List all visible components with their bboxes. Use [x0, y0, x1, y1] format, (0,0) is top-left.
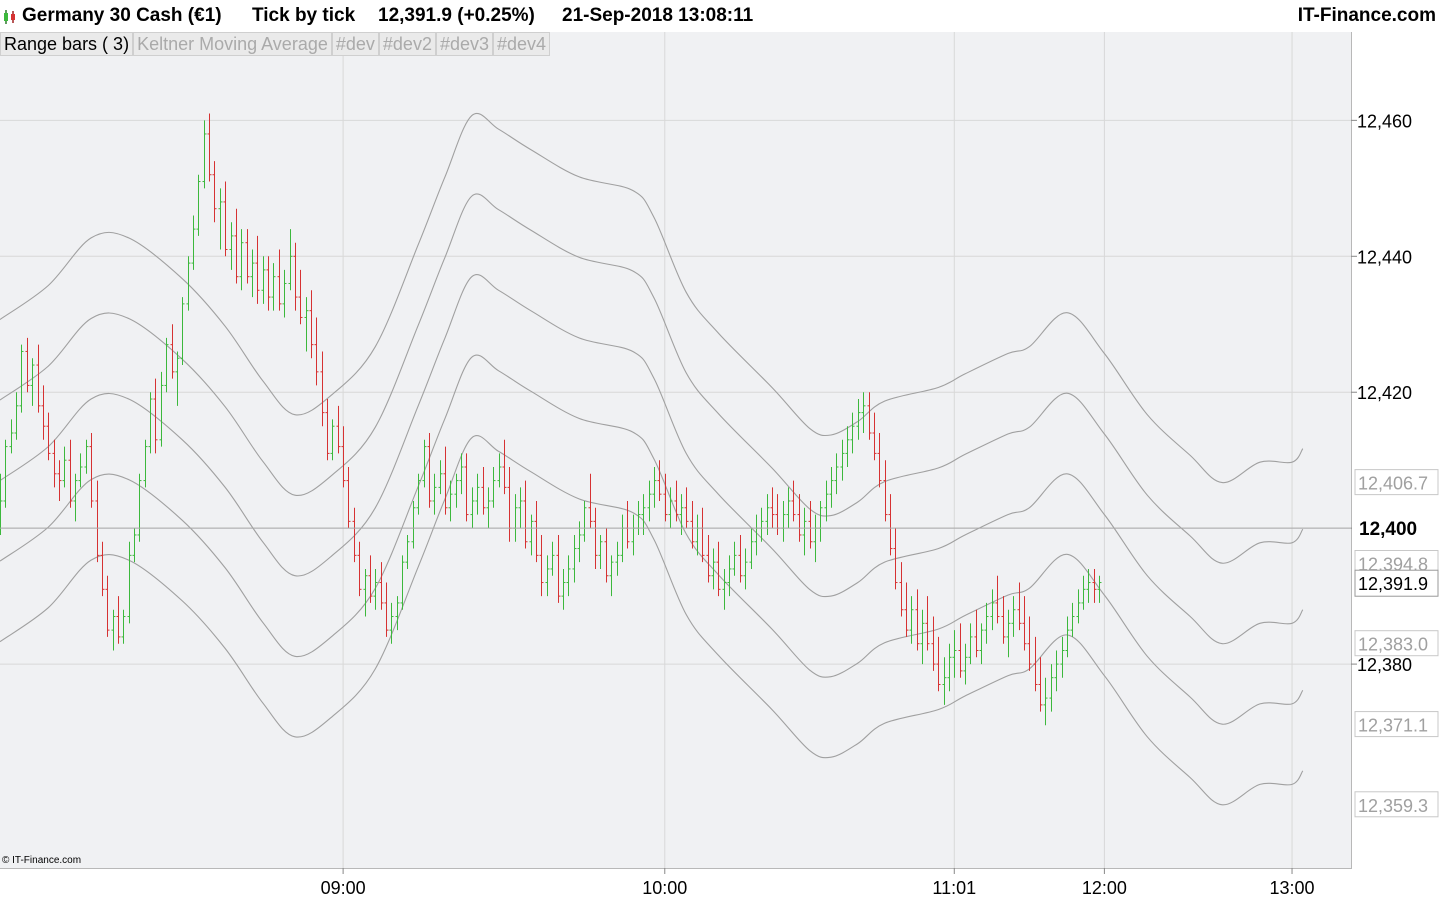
legend-dev2[interactable]: #dev2 [378, 32, 436, 56]
quote-datetime: 21-Sep-2018 13:08:11 [562, 5, 754, 26]
band-value-label: 12,371.1 [1358, 716, 1428, 736]
candlestick-icon [4, 10, 15, 24]
copyright-notice: © IT-Finance.com [2, 855, 82, 866]
site-name[interactable]: IT-Finance.com [1298, 5, 1436, 27]
legend-dev3[interactable]: #dev3 [435, 32, 493, 56]
legend-keltner-ma[interactable]: Keltner Moving Average [133, 32, 332, 56]
last-price-label: 12,391.9 [1358, 574, 1428, 594]
instrument-name: Germany 30 Cash (€1) [22, 5, 222, 26]
time-tick-label: 12:00 [1082, 878, 1127, 898]
title-bar: Germany 30 Cash (€1) Tick by tick 12,391… [0, 0, 1440, 32]
price-tick-label: 12,380 [1357, 655, 1412, 675]
data-mode: Tick by tick [252, 5, 356, 26]
price-tick-label: 12,460 [1357, 111, 1412, 131]
reference-level-label: 12,400 [1359, 519, 1417, 540]
price-chart[interactable]: 12,380 12,400 12,420 12,440 12,460 12,406.7 12… [0, 0, 1440, 900]
price-tick-label: 12,440 [1357, 247, 1412, 267]
legend-range-bars[interactable]: Range bars ( 3) [0, 32, 134, 56]
indicator-legend: Range bars ( 3) Keltner Moving Average #… [0, 32, 551, 56]
time-tick-label: 11:01 [932, 878, 976, 898]
time-axis-bg [0, 868, 1440, 900]
plot-area[interactable] [0, 32, 1351, 868]
band-value-label: 12,359.3 [1358, 796, 1428, 816]
legend-dev[interactable]: #dev [331, 32, 379, 56]
time-tick-label: 13:00 [1270, 878, 1315, 898]
band-value-label: 12,406.7 [1358, 474, 1428, 494]
band-value-label: 12,383.0 [1358, 635, 1428, 655]
legend-dev4[interactable]: #dev4 [493, 32, 551, 56]
last-quote: 12,391.9 (+0.25%) [378, 5, 535, 26]
time-tick-label: 10:00 [642, 878, 687, 898]
price-axis-bg [1352, 32, 1440, 868]
time-tick-label: 09:00 [321, 878, 366, 898]
price-tick-label: 12,420 [1357, 383, 1412, 403]
